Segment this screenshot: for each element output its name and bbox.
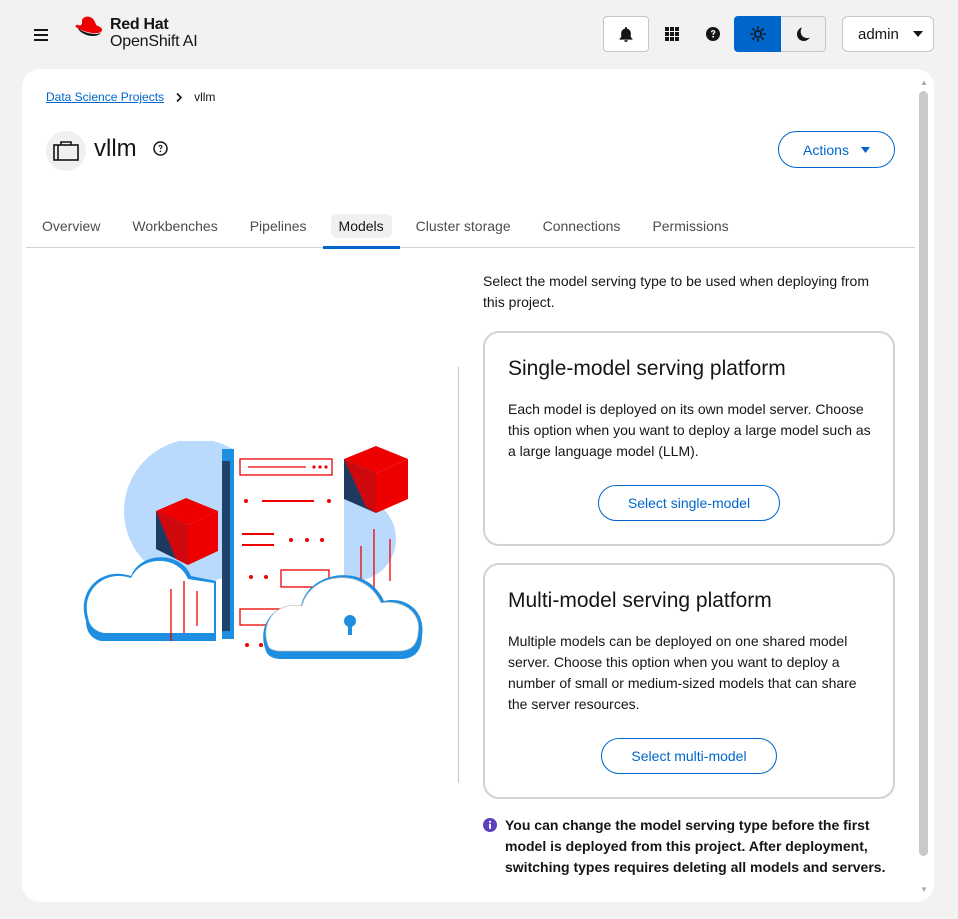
user-menu-button[interactable]: admin: [842, 16, 934, 52]
bell-icon: [619, 26, 633, 42]
project-details-page: ▲ ▼ Data Science Projects vllm vllm Acti…: [22, 69, 934, 902]
help-button[interactable]: [698, 16, 728, 52]
single-model-platform-card: Single-model serving platform Each model…: [483, 331, 895, 546]
serving-type-note: You can change the model serving type be…: [505, 817, 886, 875]
question-circle-icon: [706, 27, 720, 41]
tab-models[interactable]: Models: [322, 210, 400, 249]
actions-label: Actions: [803, 141, 849, 158]
project-help-button[interactable]: [153, 141, 168, 161]
single-model-description: Each model is deployed on its own model …: [508, 401, 871, 459]
breadcrumb: Data Science Projects vllm: [46, 90, 215, 104]
page-scrollbar[interactable]: [919, 91, 928, 856]
info-circle-icon: [483, 818, 497, 832]
light-theme-toggle[interactable]: [734, 16, 781, 52]
tab-permissions[interactable]: Permissions: [636, 210, 744, 248]
serving-type-intro: Select the model serving type to be used…: [483, 273, 870, 310]
select-single-model-button[interactable]: Select single-model: [598, 485, 780, 521]
panel-divider: [458, 367, 459, 783]
caret-down-icon: [912, 31, 923, 37]
scroll-up-arrow[interactable]: ▲: [920, 78, 928, 87]
cube-right: [344, 446, 408, 513]
hamburger-menu-button[interactable]: [28, 22, 54, 48]
project-folder-icon: [53, 141, 79, 161]
project-tabs: Overview Workbenches Pipelines Models Cl…: [26, 210, 915, 249]
masthead: Red Hat OpenShift AI admin: [0, 0, 958, 69]
caret-down-icon: [860, 146, 870, 153]
brand-line2: OpenShift AI: [110, 33, 198, 50]
page-title: vllm: [94, 135, 137, 162]
brand-line1: Red Hat: [110, 16, 169, 33]
redhat-logo: [75, 16, 103, 36]
serving-type-info-alert: You can change the model serving type be…: [483, 815, 893, 878]
tab-connections[interactable]: Connections: [527, 210, 637, 248]
app-launcher-button[interactable]: [657, 16, 687, 52]
project-avatar: [46, 131, 86, 171]
breadcrumb-data-science-projects[interactable]: Data Science Projects: [46, 90, 164, 104]
breadcrumb-current: vllm: [194, 90, 216, 104]
user-name: admin: [858, 25, 899, 43]
select-multi-model-button[interactable]: Select multi-model: [601, 738, 777, 774]
multi-model-platform-card: Multi-model serving platform Multiple mo…: [483, 563, 895, 799]
tab-pipelines[interactable]: Pipelines: [234, 210, 323, 248]
tab-overview[interactable]: Overview: [26, 210, 116, 248]
single-model-title: Single-model serving platform: [508, 357, 786, 380]
multi-model-title: Multi-model serving platform: [508, 589, 772, 612]
sun-icon: [749, 26, 766, 42]
app-grid-icon: [665, 27, 679, 41]
dark-theme-toggle[interactable]: [781, 16, 826, 52]
moon-icon: [797, 27, 810, 41]
question-circle-icon: [153, 141, 168, 156]
brand-logo[interactable]: Red Hat OpenShift AI: [74, 16, 198, 50]
actions-dropdown-button[interactable]: Actions: [778, 131, 895, 168]
tab-cluster-storage[interactable]: Cluster storage: [400, 210, 527, 248]
model-serving-illustration: [83, 441, 423, 659]
chevron-right-icon: [176, 92, 183, 102]
tab-workbenches[interactable]: Workbenches: [116, 210, 233, 248]
hamburger-icon: [34, 29, 48, 41]
multi-model-description: Multiple models can be deployed on one s…: [508, 633, 857, 712]
notifications-button[interactable]: [603, 16, 649, 52]
scroll-down-arrow[interactable]: ▼: [920, 885, 928, 894]
